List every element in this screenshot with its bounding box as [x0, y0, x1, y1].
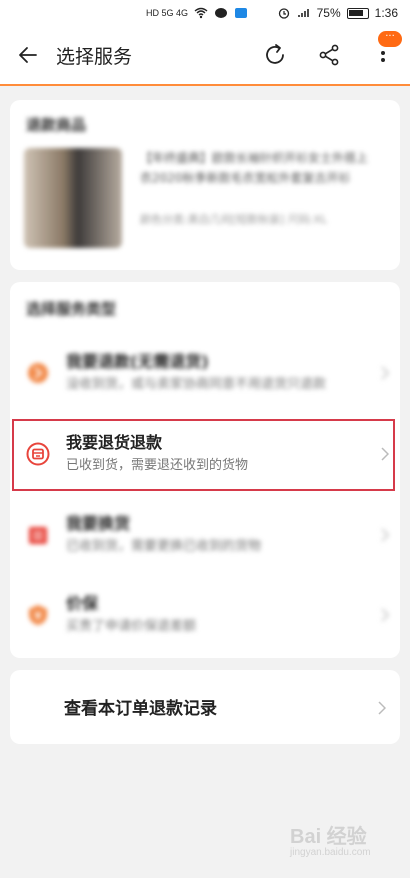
network-label: HD 5G 4G — [146, 8, 189, 18]
chevron-right-icon — [381, 528, 389, 542]
back-arrow-icon — [19, 47, 37, 63]
selection-highlight-box — [12, 419, 395, 491]
option-price-protect[interactable]: 价保 买贵了申请价保退差额 — [10, 580, 400, 650]
clock: 1:36 — [374, 6, 398, 20]
option-refund-only[interactable]: 我要退款(无需退货) 没收到货，或与卖家协商同意不用退货只退款 — [10, 338, 400, 408]
product-thumbnail — [24, 148, 122, 248]
option-title: 我要退款(无需退货) — [66, 352, 209, 371]
battery-icon — [346, 7, 369, 19]
battery-percent: 75% — [316, 6, 341, 20]
option-desc: 没收到货，或与卖家协商同意不用退货只退款 — [66, 377, 327, 392]
price-protect-icon — [29, 605, 47, 625]
option-title: 我要换货 — [66, 514, 131, 533]
watermark-url: jingyan.baidu.com — [290, 847, 371, 858]
option-desc: 已收到货，需要更换已收到的货物 — [66, 539, 262, 554]
baidu-watermark: Bai 经验 jingyan.baidu.com — [290, 820, 400, 870]
watermark-brand: Bai 经验 — [290, 826, 367, 848]
alarm-icon — [278, 8, 289, 19]
app-notification-icon — [235, 8, 248, 18]
option-title: 价保 — [66, 594, 99, 613]
message-icon — [215, 8, 228, 18]
refund-records-row[interactable]: 查看本订单退款记录 — [10, 670, 400, 744]
share-button[interactable] — [302, 25, 356, 85]
more-button[interactable]: ··· — [356, 25, 410, 85]
chevron-right-icon — [378, 701, 387, 715]
share-icon — [319, 44, 339, 66]
refresh-button[interactable] — [248, 25, 302, 85]
more-badge: ··· — [378, 31, 402, 47]
exchange-icon — [29, 527, 47, 544]
option-desc: 买贵了申请价保退差额 — [66, 619, 197, 634]
product-title: 【年终盛典】欧款长袖针织开衫女士外搭上衣2020秋季新款毛衣宽松外套复古开衫 — [140, 151, 369, 185]
refresh-icon — [266, 44, 284, 64]
refund-item-card: 退款商品 【年终盛典】欧款长袖针织开衫女士外搭上衣2020秋季新款毛衣宽松外套复… — [10, 100, 400, 270]
refund-item-section-title: 退款商品 — [26, 116, 87, 134]
chevron-right-icon — [381, 608, 389, 622]
wifi-icon — [194, 7, 208, 19]
chevron-right-icon — [381, 366, 389, 380]
product-spec: 颜色分类:黑白几何[短款秋装] 尺码:XL — [140, 213, 328, 226]
service-type-section-title: 选择服务类型 — [26, 300, 117, 318]
signal-icon — [297, 9, 309, 17]
signal-indicators: HD 5G 4G — [146, 7, 248, 19]
app-header: 选择服务 ··· — [0, 26, 410, 86]
refund-only-icon — [28, 363, 48, 383]
status-bar: HD 5G 4G 75% 1:36 — [0, 0, 410, 26]
option-exchange[interactable]: 我要换货 已收到货，需要更换已收到的货物 — [10, 500, 400, 570]
page-title: 选择服务 — [56, 45, 133, 68]
refund-records-label: 查看本订单退款记录 — [64, 699, 217, 719]
back-button[interactable] — [0, 25, 56, 85]
